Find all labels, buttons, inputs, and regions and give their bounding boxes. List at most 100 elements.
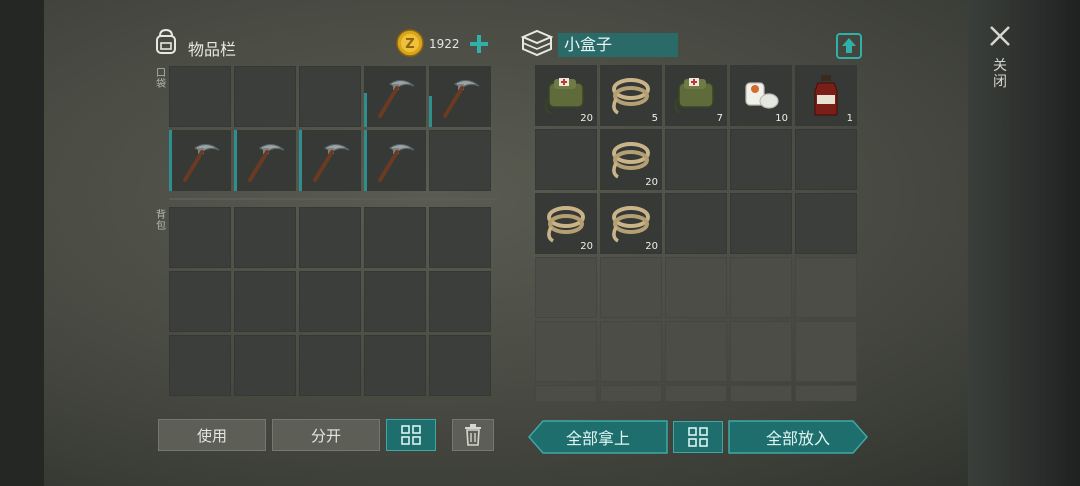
add-coins-button[interactable] [469,34,489,54]
empty-slot[interactable] [169,207,231,268]
slot-rope[interactable]: 20 [535,193,597,254]
locked-slot [600,257,662,318]
empty-slot[interactable] [234,335,296,396]
medkit-bag-icon [674,78,714,114]
left-edge [0,0,44,486]
empty-slot[interactable] [234,271,296,332]
slot-pickaxe[interactable] [364,130,426,191]
empty-slot[interactable] [795,193,857,254]
item-quantity: 20 [645,177,658,188]
sort-inventory-button[interactable] [386,419,436,451]
item-quantity: 1 [846,113,853,124]
pickaxe-icon [248,143,285,182]
slot-pickaxe[interactable] [299,130,361,191]
slot-pickaxe[interactable] [364,66,426,127]
item-quantity: 5 [651,113,658,124]
close-label[interactable]: 关闭 [992,58,1008,90]
empty-slot[interactable] [795,129,857,190]
use-button[interactable]: 使用 [158,419,266,451]
delete-button[interactable] [452,419,494,451]
locked-slot [535,257,597,318]
empty-slot[interactable] [364,271,426,332]
locked-slot [795,257,857,318]
item-quantity: 20 [645,241,658,252]
pocket-label: 口袋 [156,68,166,90]
medkit-bag-icon [544,78,584,114]
divider [169,198,495,200]
locked-slot [665,385,727,401]
pickaxe-icon [378,143,415,182]
locked-slot [730,321,792,382]
slot-bandage[interactable]: 10 [730,65,792,126]
empty-slot[interactable] [429,271,491,332]
durability-bar [364,130,367,191]
empty-slot[interactable] [730,129,792,190]
rope-icon [547,206,585,243]
pickaxe-icon [183,143,220,182]
empty-slot[interactable] [299,271,361,332]
slot-rope[interactable]: 20 [600,193,662,254]
durability-bar [234,130,237,191]
empty-slot[interactable] [665,129,727,190]
grid-icon [688,427,708,447]
empty-slot[interactable] [665,193,727,254]
take-all-label: 全部拿上 [565,429,630,448]
pickaxe-icon [313,143,350,182]
rope-icon [612,206,650,243]
item-quantity: 20 [580,241,593,252]
slot-rope[interactable]: 20 [600,129,662,190]
svg-text:Z: Z [405,37,414,52]
trash-icon [465,424,481,446]
item-quantity: 10 [775,113,788,124]
locked-slot [795,321,857,382]
backpack-grid [169,207,491,396]
locked-slot [600,385,662,401]
slot-medkit-bag[interactable]: 7 [665,65,727,126]
take-all-button[interactable]: 全部拿上 [528,420,668,454]
durability-bar [429,96,432,127]
empty-slot[interactable] [429,130,491,191]
pocket-grid [169,66,491,191]
close-icon[interactable] [988,24,1012,48]
right-panel [968,0,1080,486]
slot-bottle[interactable]: 1 [795,65,857,126]
empty-slot[interactable] [169,66,231,127]
empty-slot[interactable] [364,207,426,268]
coin-icon: Z [396,29,424,57]
empty-slot[interactable] [429,335,491,396]
pickaxe-icon [443,79,480,118]
empty-slot[interactable] [730,193,792,254]
empty-slot[interactable] [364,335,426,396]
empty-slot[interactable] [234,207,296,268]
empty-slot[interactable] [299,335,361,396]
durability-bar [299,130,302,191]
empty-slot[interactable] [234,66,296,127]
pickaxe-icon [378,79,415,118]
locked-slot [795,385,857,401]
put-all-button[interactable]: 全部放入 [728,420,868,454]
slot-pickaxe[interactable] [429,66,491,127]
slot-pickaxe[interactable] [169,130,231,191]
backpack-icon [156,28,176,54]
bottle-icon [814,75,838,116]
empty-slot[interactable] [299,207,361,268]
locked-slot [730,257,792,318]
split-button[interactable]: 分开 [272,419,380,451]
rope-icon [612,142,650,179]
locked-slot [665,257,727,318]
empty-slot[interactable] [429,207,491,268]
upload-icon[interactable] [836,33,862,59]
slot-rope[interactable]: 5 [600,65,662,126]
item-quantity: 7 [716,113,723,124]
container-name[interactable]: 小盒子 [558,33,678,57]
sort-container-button[interactable] [673,421,723,453]
empty-slot[interactable] [535,129,597,190]
locked-slot [535,321,597,382]
empty-slot[interactable] [299,66,361,127]
empty-slot[interactable] [169,271,231,332]
empty-slot[interactable] [169,335,231,396]
slot-pickaxe[interactable] [234,130,296,191]
backpack-label: 背包 [156,210,166,232]
slot-medkit-bag[interactable]: 20 [535,65,597,126]
container-grid: 20 5 7 10 1 20 20 20 [535,65,857,401]
